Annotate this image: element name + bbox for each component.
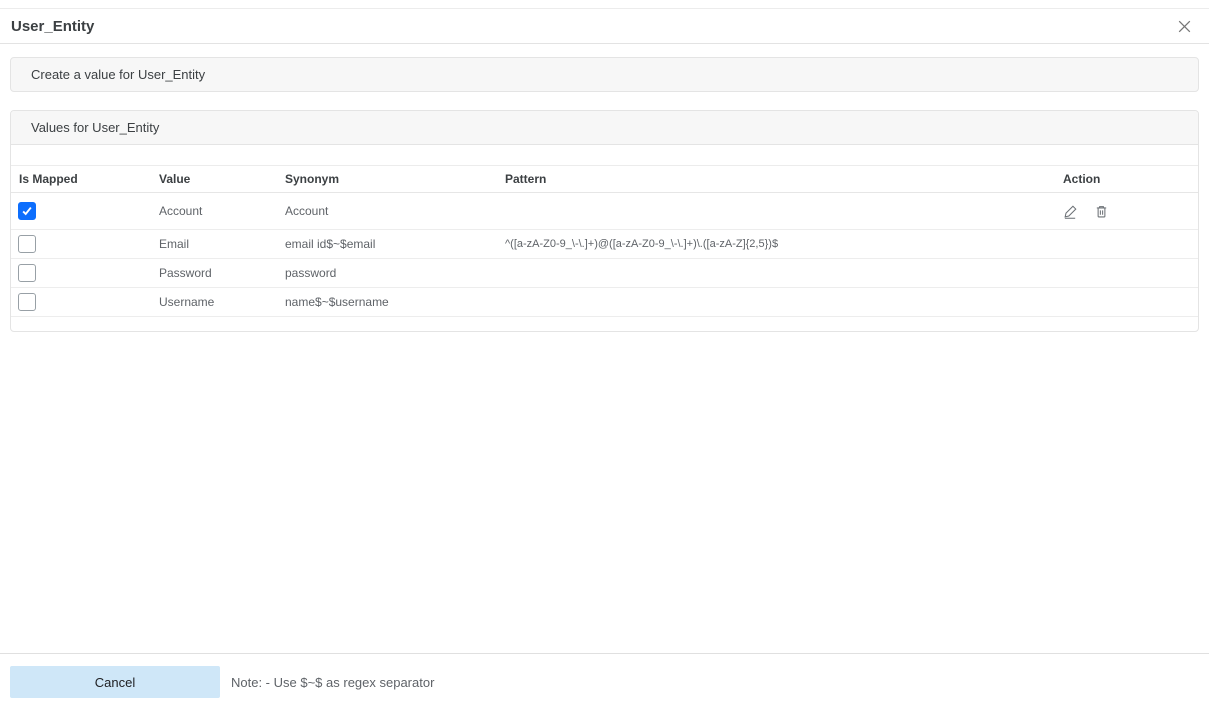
- values-table-body: Account Account Email email id$~$email ^…: [11, 193, 1198, 317]
- value-cell: Account: [159, 204, 203, 218]
- value-cell: Username: [159, 295, 215, 309]
- table-spacer: [11, 145, 1198, 165]
- table-row: Username name$~$username: [11, 288, 1198, 317]
- action-buttons: [1063, 204, 1198, 219]
- pattern-cell: [497, 259, 1055, 288]
- column-header-pattern: Pattern: [505, 172, 547, 186]
- values-panel-label: Values for User_Entity: [31, 120, 160, 135]
- synonym-cell: name$~$username: [285, 295, 389, 309]
- is-mapped-checkbox[interactable]: [18, 235, 36, 253]
- is-mapped-cell: [11, 193, 151, 230]
- action-cell: [1055, 193, 1198, 230]
- column-header-action: Action: [1063, 172, 1101, 186]
- close-icon: [1176, 20, 1193, 38]
- pattern-cell: [497, 288, 1055, 317]
- create-value-panel[interactable]: Create a value for User_Entity: [10, 57, 1199, 92]
- values-table: Is Mapped Value Synonym Pattern Action A…: [11, 165, 1198, 317]
- table-row: Email email id$~$email ^([a-zA-Z0-9_\-\.…: [11, 230, 1198, 259]
- user-entity-dialog: User_Entity Create a value for User_Enti…: [0, 0, 1209, 704]
- edit-icon[interactable]: [1063, 204, 1078, 219]
- column-header-is-mapped: Is Mapped: [19, 172, 78, 186]
- pattern-cell: ^([a-zA-Z0-9_\-\.]+)@([a-zA-Z0-9_\-\.]+)…: [505, 238, 779, 250]
- is-mapped-checkbox[interactable]: [18, 202, 36, 220]
- table-header-row: Is Mapped Value Synonym Pattern Action: [11, 165, 1198, 193]
- value-cell: Email: [159, 237, 190, 251]
- is-mapped-cell: [11, 230, 151, 259]
- dialog-title: User_Entity: [11, 17, 95, 35]
- is-mapped-cell: [11, 288, 151, 317]
- is-mapped-checkbox[interactable]: [18, 293, 36, 311]
- pattern-cell: [497, 193, 1055, 230]
- table-row: Password password: [11, 259, 1198, 288]
- cancel-button[interactable]: Cancel: [10, 666, 220, 698]
- action-cell: [1055, 288, 1198, 317]
- regex-note: Note: - Use $~$ as regex separator: [231, 674, 435, 690]
- delete-icon[interactable]: [1094, 204, 1109, 219]
- create-value-panel-label: Create a value for User_Entity: [31, 67, 206, 82]
- table-footer-strip: [11, 317, 1198, 331]
- synonym-cell: email id$~$email: [285, 237, 376, 251]
- action-cell: [1055, 230, 1198, 259]
- values-panel: Values for User_Entity Is Mapped Value S…: [10, 110, 1199, 332]
- footer-divider: [0, 653, 1209, 654]
- close-button[interactable]: [1174, 16, 1195, 37]
- column-header-synonym: Synonym: [285, 172, 340, 186]
- values-panel-header: Values for User_Entity: [11, 111, 1198, 145]
- checkmark-icon: [22, 206, 32, 216]
- action-cell: [1055, 259, 1198, 288]
- synonym-cell: Account: [285, 204, 329, 218]
- is-mapped-cell: [11, 259, 151, 288]
- is-mapped-checkbox[interactable]: [18, 264, 36, 282]
- dialog-header: User_Entity: [0, 8, 1209, 44]
- synonym-cell: password: [285, 266, 337, 280]
- table-row: Account Account: [11, 193, 1198, 230]
- value-cell: Password: [159, 266, 212, 280]
- column-header-value: Value: [159, 172, 191, 186]
